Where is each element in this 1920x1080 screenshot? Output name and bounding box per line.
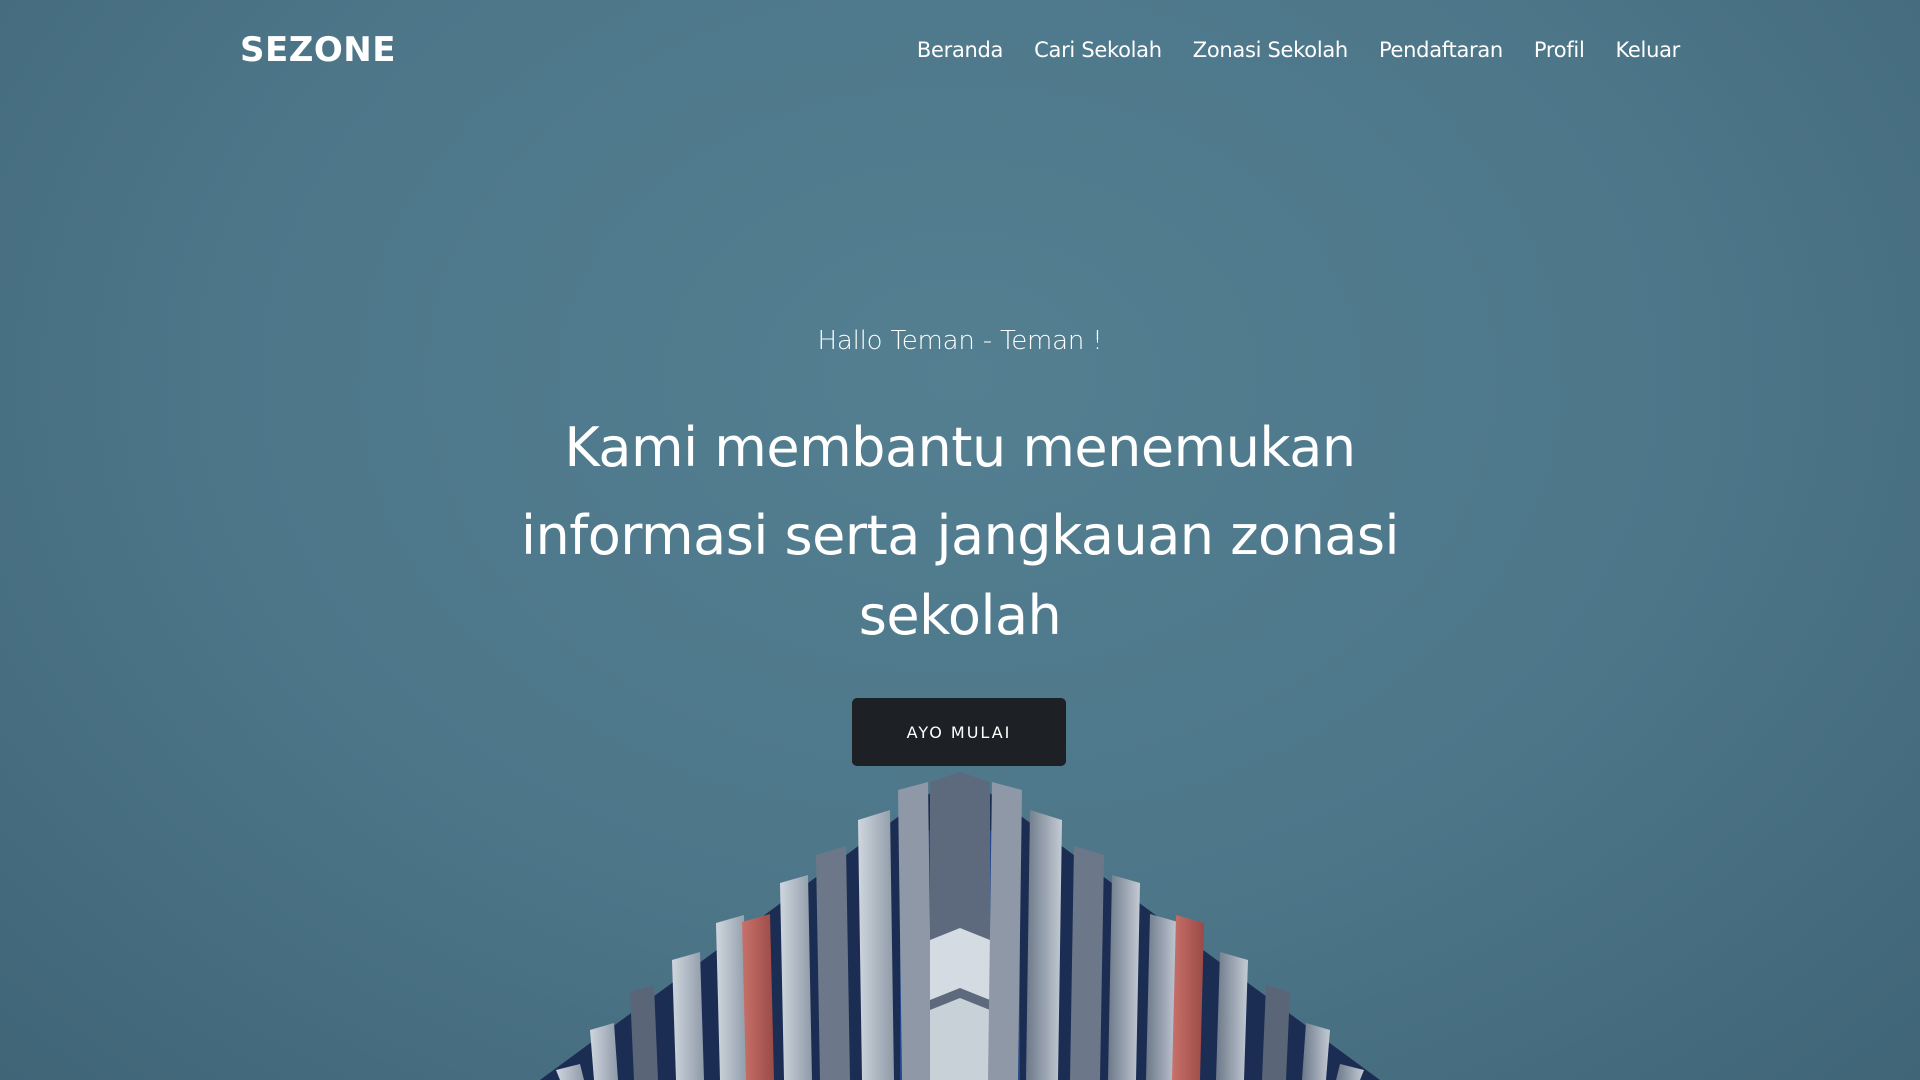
nav-menu: Beranda Cari Sekolah Zonasi Sekolah Pend… xyxy=(917,38,1680,62)
start-button[interactable]: AYO MULAI xyxy=(852,698,1066,766)
hero-headline-line-1: Kami membantu menemukan xyxy=(564,416,1356,479)
navbar: SEZONE Beranda Cari Sekolah Zonasi Sekol… xyxy=(0,0,1920,108)
brand-logo[interactable]: SEZONE xyxy=(240,30,396,70)
nav-item-pendaftaran[interactable]: Pendaftaran xyxy=(1379,38,1503,62)
building-fins-right xyxy=(988,782,1364,1080)
nav-item-beranda[interactable]: Beranda xyxy=(917,38,1004,62)
hero-headline-line-2: informasi serta jangkauan zonasi sekolah xyxy=(520,504,1400,647)
nav-item-profil[interactable]: Profil xyxy=(1534,38,1585,62)
nav-item-keluar[interactable]: Keluar xyxy=(1616,38,1681,62)
nav-item-cari-sekolah[interactable]: Cari Sekolah xyxy=(1034,38,1162,62)
hero-headline: Kami membantu menemukan informasi serta … xyxy=(460,408,1460,656)
building-fins-left xyxy=(556,782,932,1080)
building-illustration xyxy=(540,772,1380,1080)
page: SEZONE Beranda Cari Sekolah Zonasi Sekol… xyxy=(0,0,1920,1080)
hero-greeting: Hallo Teman - Teman ! xyxy=(817,326,1103,356)
nav-item-zonasi-sekolah[interactable]: Zonasi Sekolah xyxy=(1193,38,1348,62)
